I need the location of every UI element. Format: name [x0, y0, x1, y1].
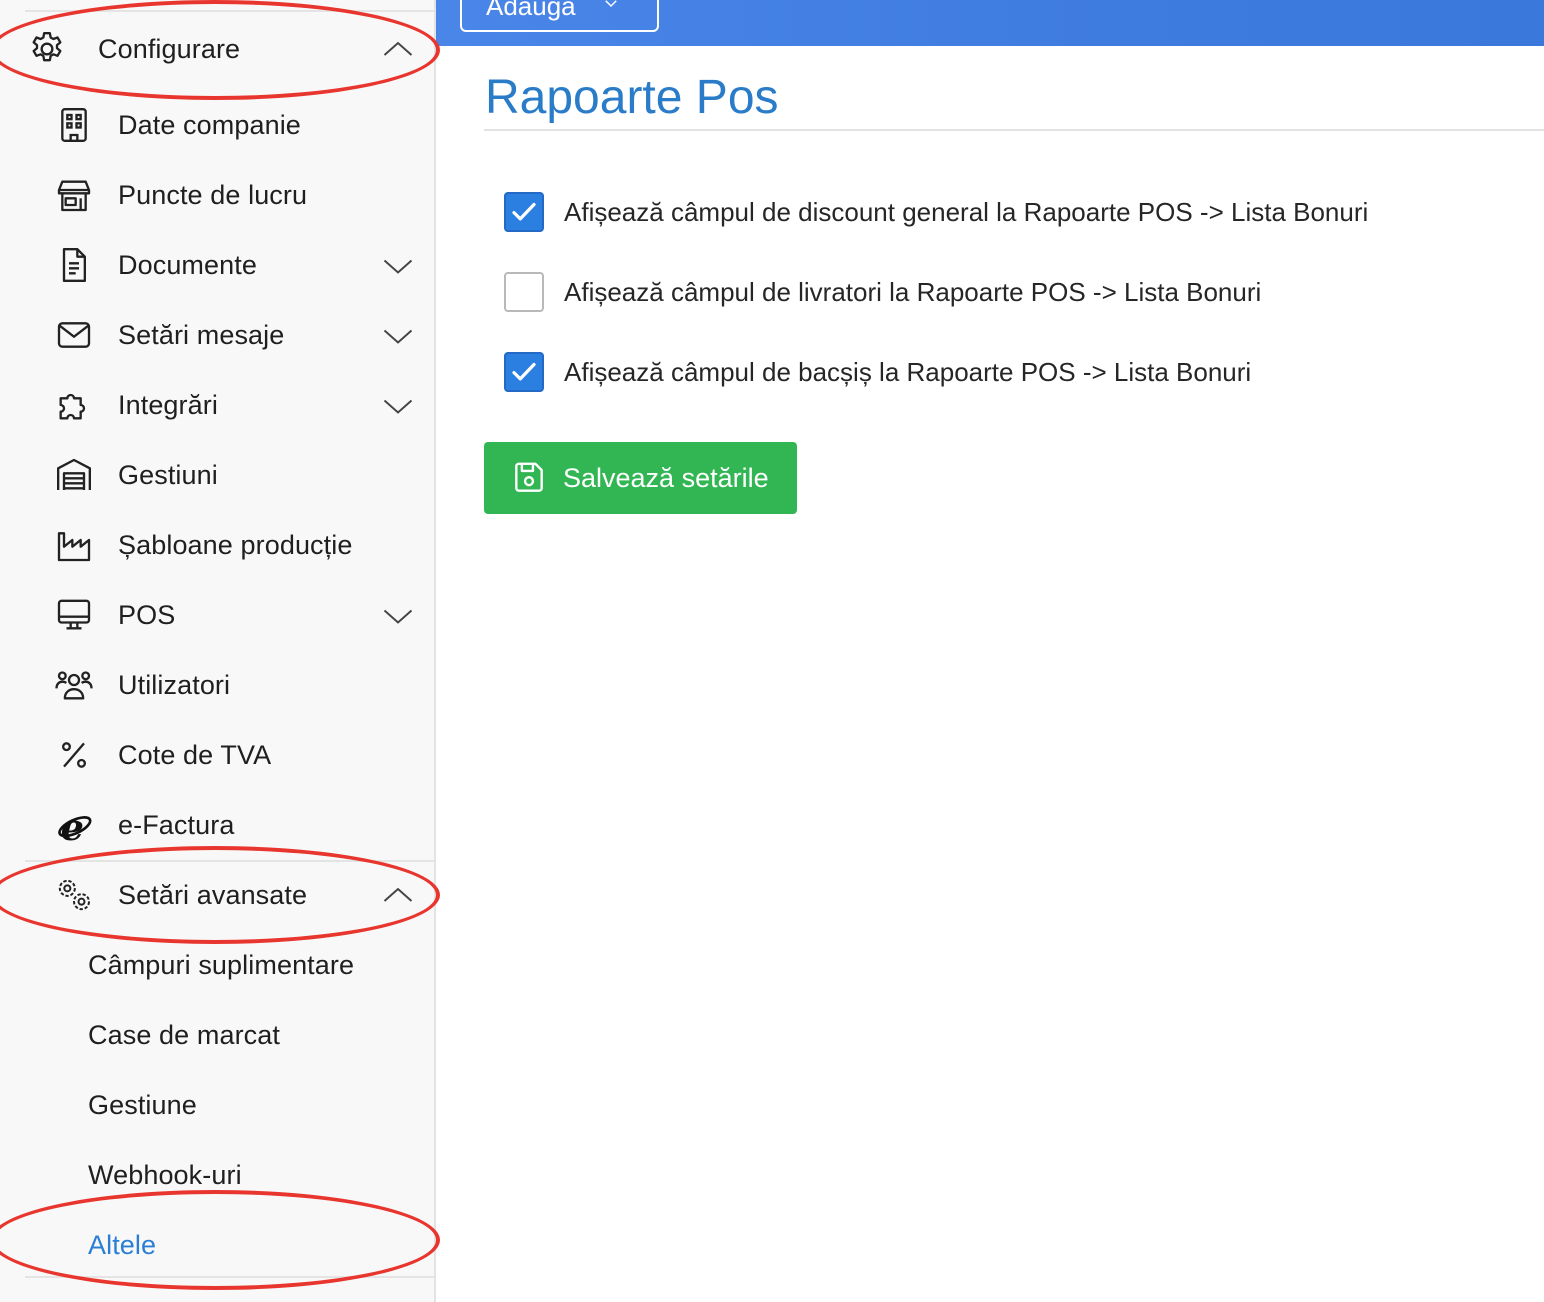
sidebar-subitem-label: Gestiune — [88, 1089, 197, 1120]
option-label: Afișează câmpul de discount general la R… — [564, 196, 1369, 227]
sidebar-subitem-label: Altele — [88, 1229, 157, 1260]
sidebar-item-label: Integrări — [118, 389, 218, 420]
add-dropdown-button[interactable]: Adaugă — [460, 0, 659, 32]
puzzle-icon — [52, 383, 96, 427]
save-button-label: Salvează setările — [563, 462, 769, 493]
chevron-down-icon[interactable] — [380, 597, 416, 633]
building-icon — [52, 103, 96, 147]
store-icon — [52, 173, 96, 217]
sidebar-subitem-label: Webhook-uri — [88, 1159, 242, 1190]
checkmark-icon — [512, 362, 536, 381]
sidebar-item-label: Setări mesaje — [118, 319, 285, 350]
sidebar-section-label: Setări avansate — [118, 879, 308, 910]
chevron-down-icon[interactable] — [380, 317, 416, 353]
option-label: Afișează câmpul de livratori la Rapoarte… — [564, 276, 1262, 307]
sidebar-item-label: Date companie — [118, 109, 301, 140]
sidebar-subitem-label: Câmpuri suplimentare — [88, 949, 355, 980]
sidebar-section-setari-avansate[interactable]: Setări avansate — [0, 860, 434, 930]
sidebar-item-label: Șabloane producție — [118, 529, 353, 560]
sidebar-item-label: Puncte de lucru — [118, 179, 308, 210]
save-settings-button[interactable]: Salvează setările — [484, 442, 797, 514]
sidebar-item-setari-mesaje[interactable]: Setări mesaje — [0, 300, 434, 370]
checkbox-checked[interactable] — [504, 352, 544, 392]
sidebar-section-label: Configurare — [98, 33, 241, 64]
sidebar-item-label: Cote de TVA — [118, 739, 272, 770]
checkbox-checked[interactable] — [504, 192, 544, 232]
sidebar-item-sabloane-productie[interactable]: Șabloane producție — [0, 510, 434, 580]
chevron-down-icon — [605, 0, 617, 8]
add-button-label: Adaugă — [486, 0, 576, 21]
sidebar-item-date-companie[interactable]: Date companie — [0, 90, 434, 160]
floppy-disk-icon — [515, 462, 543, 492]
sidebar-divider — [25, 1276, 434, 1278]
factory-icon — [52, 523, 96, 567]
sidebar-item-utilizatori[interactable]: Utilizatori — [0, 650, 434, 720]
option-label: Afișează câmpul de bacșiș la Rapoarte PO… — [564, 356, 1252, 387]
sidebar-subitem-label: Case de marcat — [88, 1019, 280, 1050]
title-divider — [484, 129, 1544, 131]
warehouse-icon — [52, 453, 96, 497]
option-bacsis[interactable]: Afișează câmpul de bacșiș la Rapoarte PO… — [504, 352, 1251, 392]
page-title: Rapoarte Pos — [485, 71, 779, 124]
sidebar-subitem-gestiune[interactable]: Gestiune — [0, 1070, 434, 1140]
sidebar-subitem-altele[interactable]: Altele — [0, 1210, 434, 1280]
e-logo-icon: e — [52, 803, 96, 847]
sidebar: Configurare Date companie Puncte de lucr… — [0, 0, 436, 1302]
sidebar-item-label: Gestiuni — [118, 459, 218, 490]
sidebar-subitem-case-de-marcat[interactable]: Case de marcat — [0, 1000, 434, 1070]
sidebar-item-documente[interactable]: Documente — [0, 230, 434, 300]
sidebar-subitem-campuri-suplimentare[interactable]: Câmpuri suplimentare — [0, 930, 434, 1000]
checkbox-unchecked[interactable] — [504, 272, 544, 312]
sidebar-item-pos[interactable]: POS — [0, 580, 434, 650]
sidebar-item-puncte-de-lucru[interactable]: Puncte de lucru — [0, 160, 434, 230]
envelope-icon — [52, 313, 96, 357]
sidebar-item-gestiuni[interactable]: Gestiuni — [0, 440, 434, 510]
document-icon — [52, 243, 96, 287]
users-icon — [52, 663, 96, 707]
gear-icon — [25, 27, 69, 71]
monitor-icon — [52, 593, 96, 637]
sidebar-section-configurare[interactable]: Configurare — [0, 14, 434, 84]
sidebar-item-e-factura[interactable]: e e-Factura — [0, 790, 434, 860]
sidebar-item-cote-de-tva[interactable]: Cote de TVA — [0, 720, 434, 790]
chevron-down-icon[interactable] — [380, 387, 416, 423]
chevron-down-icon[interactable] — [380, 247, 416, 283]
sidebar-item-integrari[interactable]: Integrări — [0, 370, 434, 440]
chevron-up-icon — [383, 887, 413, 902]
top-bar: Adaugă — [436, 0, 1544, 46]
sidebar-item-label: Documente — [118, 249, 257, 280]
percent-icon — [52, 733, 96, 777]
chevron-up-icon — [383, 41, 413, 56]
sidebar-item-label: Utilizatori — [118, 669, 231, 700]
sidebar-subitem-webhook-uri[interactable]: Webhook-uri — [0, 1140, 434, 1210]
gears-icon — [52, 873, 96, 917]
option-livratori[interactable]: Afișează câmpul de livratori la Rapoarte… — [504, 272, 1261, 312]
sidebar-item-label: POS — [118, 599, 176, 630]
sidebar-item-label: e-Factura — [118, 809, 235, 840]
sidebar-divider — [25, 10, 434, 12]
checkmark-icon — [512, 202, 536, 221]
option-discount-general[interactable]: Afișează câmpul de discount general la R… — [504, 192, 1368, 232]
